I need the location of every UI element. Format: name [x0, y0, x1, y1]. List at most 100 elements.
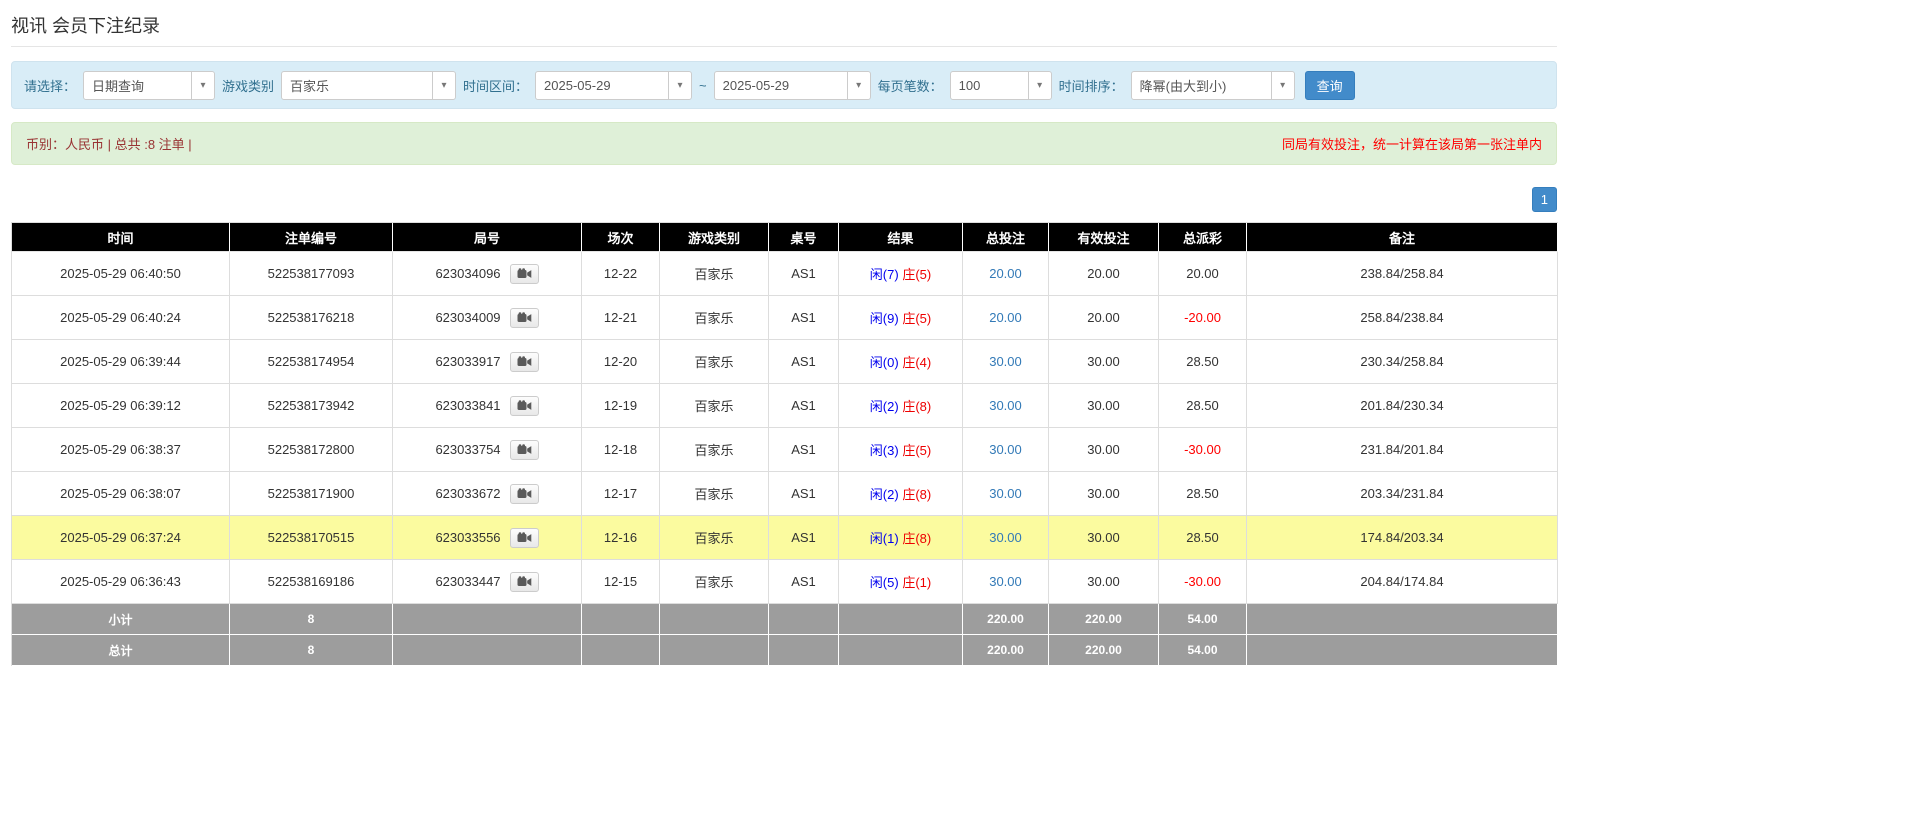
- summary-label: 总计: [12, 635, 230, 666]
- date-to-select[interactable]: 2025-05-29 ▾: [714, 71, 871, 100]
- cell-payout: 28.50: [1159, 516, 1247, 560]
- result-player: 闲(2): [870, 399, 899, 414]
- summary-payout: 54.00: [1159, 604, 1247, 635]
- video-replay-button[interactable]: [510, 484, 539, 504]
- cell-bet-number: 522538169186: [230, 560, 393, 604]
- cell-total-bet: 30.00: [963, 384, 1049, 428]
- video-icon: [517, 312, 532, 324]
- video-replay-button[interactable]: [510, 396, 539, 416]
- table-row: 2025-05-29 06:38:37522538172800623033754…: [12, 428, 1558, 472]
- date-from-value: 2025-05-29: [536, 78, 619, 93]
- result-banker: 庄(5): [902, 443, 931, 458]
- video-replay-button[interactable]: [510, 528, 539, 548]
- cell-remark: 258.84/238.84: [1247, 296, 1558, 340]
- time-range-label: 时间区间：: [463, 76, 528, 95]
- cell-valid-bet: 30.00: [1049, 472, 1159, 516]
- cell-round-number: 623033841: [393, 384, 582, 428]
- summary-valid-bet: 220.00: [1049, 604, 1159, 635]
- round-number: 623033841: [435, 398, 500, 413]
- cell-total-bet: 20.00: [963, 252, 1049, 296]
- query-type-label: 请选择：: [24, 76, 76, 95]
- cell-game-type: 百家乐: [660, 516, 769, 560]
- table-footer: 小计8220.00220.0054.00总计8220.00220.0054.00: [12, 604, 1558, 666]
- pagination-top: 1: [11, 187, 1557, 212]
- cell-payout: 28.50: [1159, 472, 1247, 516]
- cell-bet-number: 522538170515: [230, 516, 393, 560]
- column-header: 场次: [582, 223, 660, 252]
- chevron-down-icon: ▾: [191, 72, 214, 99]
- video-replay-button[interactable]: [510, 352, 539, 372]
- cell-round-number: 623033672: [393, 472, 582, 516]
- total-bet-link[interactable]: 30.00: [989, 442, 1022, 457]
- total-bet-link[interactable]: 20.00: [989, 266, 1022, 281]
- per-page-select[interactable]: 100 ▾: [950, 71, 1052, 100]
- result-banker: 庄(8): [902, 531, 931, 546]
- cell-bet-number: 522538171900: [230, 472, 393, 516]
- column-header: 局号: [393, 223, 582, 252]
- sort-value: 降幂(由大到小): [1132, 76, 1235, 95]
- total-bet-link[interactable]: 30.00: [989, 574, 1022, 589]
- video-icon: [517, 444, 532, 456]
- total-bet-link[interactable]: 30.00: [989, 354, 1022, 369]
- game-type-label: 游戏类别: [222, 76, 274, 95]
- cell-table-number: AS1: [769, 516, 839, 560]
- video-replay-button[interactable]: [510, 572, 539, 592]
- table-row: 2025-05-29 06:39:44522538174954623033917…: [12, 340, 1558, 384]
- game-type-select[interactable]: 百家乐 ▾: [281, 71, 456, 100]
- cell-valid-bet: 30.00: [1049, 428, 1159, 472]
- cell-payout: -20.00: [1159, 296, 1247, 340]
- table-row: 2025-05-29 06:40:24522538176218623034009…: [12, 296, 1558, 340]
- round-number: 623033917: [435, 354, 500, 369]
- round-number: 623034096: [435, 266, 500, 281]
- query-type-select[interactable]: 日期查询 ▾: [83, 71, 215, 100]
- bet-records-table: 时间注单编号局号场次游戏类别桌号结果总投注有效投注总派彩备注 2025-05-2…: [11, 222, 1558, 666]
- cell-valid-bet: 30.00: [1049, 340, 1159, 384]
- main-container: 视讯 会员下注纪录 请选择： 日期查询 ▾ 游戏类别 百家乐 ▾ 时间区间： 2…: [11, 12, 1557, 826]
- cell-bet-number: 522538176218: [230, 296, 393, 340]
- cell-valid-bet: 20.00: [1049, 296, 1159, 340]
- date-from-select[interactable]: 2025-05-29 ▾: [535, 71, 692, 100]
- summary-count: 8: [230, 635, 393, 666]
- page-title: 视讯 会员下注纪录: [11, 12, 1557, 38]
- summary-left-text: 币别：人民币 | 总共 :8 注单 |: [26, 134, 192, 153]
- result-banker: 庄(4): [902, 355, 931, 370]
- summary-total-bet: 220.00: [963, 635, 1049, 666]
- summary-count: 8: [230, 604, 393, 635]
- video-replay-button[interactable]: [510, 308, 539, 328]
- cell-time: 2025-05-29 06:40:50: [12, 252, 230, 296]
- title-divider: [11, 46, 1557, 47]
- search-button[interactable]: 查询: [1305, 71, 1355, 100]
- video-icon: [517, 576, 532, 588]
- cell-time: 2025-05-29 06:38:07: [12, 472, 230, 516]
- cell-round-number: 623034096: [393, 252, 582, 296]
- result-banker: 庄(5): [902, 311, 931, 326]
- chevron-down-icon: ▾: [847, 72, 870, 99]
- result-player: 闲(2): [870, 487, 899, 502]
- result-player: 闲(9): [870, 311, 899, 326]
- cell-game-type: 百家乐: [660, 252, 769, 296]
- total-bet-link[interactable]: 30.00: [989, 486, 1022, 501]
- total-bet-link[interactable]: 20.00: [989, 310, 1022, 325]
- video-replay-button[interactable]: [510, 440, 539, 460]
- cell-game-type: 百家乐: [660, 384, 769, 428]
- cell-valid-bet: 30.00: [1049, 516, 1159, 560]
- cell-time: 2025-05-29 06:39:44: [12, 340, 230, 384]
- column-header: 有效投注: [1049, 223, 1159, 252]
- page-button-1[interactable]: 1: [1532, 187, 1557, 212]
- cell-bet-number: 522538177093: [230, 252, 393, 296]
- total-bet-link[interactable]: 30.00: [989, 398, 1022, 413]
- sort-select[interactable]: 降幂(由大到小) ▾: [1131, 71, 1295, 100]
- column-header: 桌号: [769, 223, 839, 252]
- cell-result: 闲(1) 庄(8): [839, 516, 963, 560]
- round-number: 623033754: [435, 442, 500, 457]
- range-separator: ~: [699, 78, 707, 93]
- cell-session: 12-22: [582, 252, 660, 296]
- result-banker: 庄(8): [902, 487, 931, 502]
- cell-payout: 20.00: [1159, 252, 1247, 296]
- cell-remark: 203.34/231.84: [1247, 472, 1558, 516]
- cell-round-number: 623034009: [393, 296, 582, 340]
- result-banker: 庄(8): [902, 399, 931, 414]
- total-bet-link[interactable]: 30.00: [989, 530, 1022, 545]
- video-replay-button[interactable]: [510, 264, 539, 284]
- table-row: 2025-05-29 06:38:07522538171900623033672…: [12, 472, 1558, 516]
